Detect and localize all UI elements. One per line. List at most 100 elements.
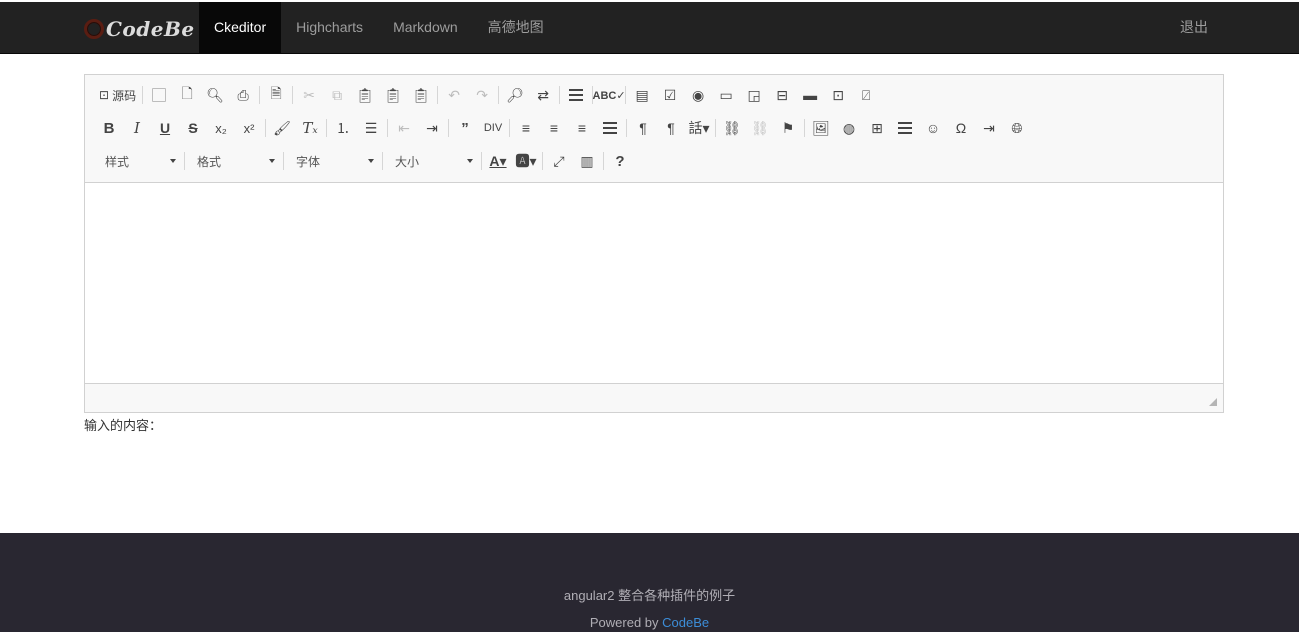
unlink-button[interactable]: ⛓ [746, 116, 774, 140]
brand-logo[interactable]: CodeBe [84, 14, 195, 44]
new-page-icon: 🗋 [181, 85, 193, 101]
blockquote-button[interactable]: ” [451, 116, 479, 140]
checkbox-button[interactable]: ☑ [656, 83, 684, 107]
powered-by-prefix: Powered by [589, 615, 663, 630]
indent-button[interactable]: ⇥ [418, 116, 446, 140]
format-combo[interactable]: 格式 [187, 150, 281, 172]
outdent-button[interactable]: ⇤ [390, 116, 418, 140]
find-button[interactable]: 🔎︎ [501, 83, 529, 107]
styles-combo-label: 样式 [105, 154, 130, 169]
source-button[interactable]: ⊡ 源码 [95, 83, 140, 107]
source-label: 源码 [112, 88, 137, 103]
print-icon: ⎙ [237, 86, 249, 103]
font-combo[interactable]: 字体 [286, 150, 380, 172]
page-break-icon: ⇥ [983, 119, 995, 136]
textarea-button[interactable]: ◲ [740, 83, 768, 107]
special-char-button[interactable]: Ω [947, 116, 975, 140]
editor-toolbar: ⊡ 源码 🗋 🔍︎ ⎙ 🗎 ✂ ⧉ 📋︎ 📋︎ 📋︎ ↶ ↷ 🔎︎ ⇄ ABC✓… [85, 75, 1223, 183]
form-button[interactable]: ▤ [628, 83, 656, 107]
redo-button[interactable]: ↷ [468, 83, 496, 107]
size-combo[interactable]: 大小 [385, 150, 479, 172]
editor-status-bar [85, 383, 1223, 412]
copy-format-button[interactable]: 🖌︎ [268, 116, 296, 140]
copy-button[interactable]: ⧉ [323, 83, 351, 107]
link-button[interactable]: ⛓ [718, 116, 746, 140]
undo-button[interactable]: ↶ [440, 83, 468, 107]
hidden-field-button[interactable]: ⍁ [852, 83, 880, 107]
anchor-button[interactable]: ⚑ [774, 116, 802, 140]
numbered-list-button[interactable]: ⒈ [329, 116, 357, 140]
image-button[interactable]: 🖼︎ [807, 116, 835, 140]
spellcheck-button[interactable]: ABC✓ [592, 83, 626, 107]
find-icon: 🔎︎ [506, 86, 524, 103]
toolbar-separator [387, 119, 388, 137]
maximize-button[interactable]: ⤢ [545, 149, 573, 173]
editor-content-area[interactable] [85, 183, 1223, 383]
replace-button[interactable]: ⇄ [529, 83, 557, 107]
toolbar-separator [448, 119, 449, 137]
preview-button[interactable]: 🔍︎ [201, 83, 229, 107]
text-color-button[interactable]: A▾ [484, 149, 512, 173]
iframe-button[interactable]: 🌐︎ [1003, 116, 1031, 140]
save-button[interactable] [145, 83, 173, 107]
table-button[interactable]: ⊞ [863, 116, 891, 140]
align-right-button[interactable]: ≡ [568, 116, 596, 140]
justify-button[interactable] [596, 116, 624, 140]
print-button[interactable]: ⎙ [229, 83, 257, 107]
subscript-button[interactable]: x₂ [207, 116, 235, 140]
toolbar-separator [265, 119, 266, 137]
toolbar-separator [259, 86, 261, 104]
select-all-button[interactable] [562, 83, 590, 107]
show-blocks-icon: ▥ [580, 152, 594, 169]
superscript-button[interactable]: x² [235, 116, 263, 140]
spellcheck-icon: ABC✓ [592, 89, 626, 102]
resize-handle-icon[interactable] [1209, 398, 1217, 406]
size-combo-label: 大小 [395, 154, 420, 169]
nav-item-ckeditor[interactable]: Ckeditor [199, 2, 282, 53]
help-icon: ? [615, 152, 625, 170]
new-page-button[interactable]: 🗋 [173, 83, 201, 107]
ckeditor: ⊡ 源码 🗋 🔍︎ ⎙ 🗎 ✂ ⧉ 📋︎ 📋︎ 📋︎ ↶ ↷ 🔎︎ ⇄ ABC✓… [84, 74, 1224, 413]
flash-button[interactable]: ◍ [835, 116, 863, 140]
smiley-button[interactable]: ☺ [919, 116, 947, 140]
redo-icon: ↷ [476, 86, 488, 103]
radio-button[interactable]: ◉ [684, 83, 712, 107]
button-button[interactable]: ▬ [796, 83, 824, 107]
align-center-button[interactable]: ≡ [540, 116, 568, 140]
horizontal-rule-button[interactable] [891, 116, 919, 140]
nav-item-highcharts[interactable]: Highcharts [281, 2, 378, 53]
paste-text-button[interactable]: 📋︎ [379, 83, 407, 107]
image-button-button[interactable]: ⊡ [824, 83, 852, 107]
ltr-button[interactable]: ¶ [629, 116, 657, 140]
select-button[interactable]: ⊟ [768, 83, 796, 107]
paste-word-button[interactable]: 📋︎ [407, 83, 435, 107]
page-break-button[interactable]: ⇥ [975, 116, 1003, 140]
codebe-link[interactable]: CodeBe [662, 615, 709, 630]
bg-color-button[interactable]: 🅰︎▾ [512, 149, 540, 173]
nav-item-amap[interactable]: 高德地图 [473, 2, 559, 53]
toolbar-separator [559, 86, 561, 104]
language-button[interactable]: 話▾ [685, 116, 713, 140]
about-button[interactable]: ? [606, 149, 634, 173]
show-blocks-button[interactable]: ▥ [573, 149, 601, 173]
source-icon: ⊡ [99, 88, 110, 102]
paste-button[interactable]: 📋︎ [351, 83, 379, 107]
underline-button[interactable]: U [151, 116, 179, 140]
italic-button[interactable]: I [123, 116, 151, 140]
nav-item-markdown[interactable]: Markdown [378, 2, 473, 53]
omega-icon: Ω [955, 120, 967, 136]
footer-powered-by: Powered by CodeBe [0, 615, 1299, 630]
remove-format-button[interactable]: Tₓ [296, 116, 324, 140]
textfield-button[interactable]: ▭ [712, 83, 740, 107]
logout-link[interactable]: 退出 [1180, 2, 1208, 53]
toolbar-separator [626, 119, 627, 137]
templates-button[interactable]: 🗎 [262, 83, 290, 107]
styles-combo[interactable]: 样式 [95, 150, 182, 172]
strike-button[interactable]: S [179, 116, 207, 140]
cut-button[interactable]: ✂ [295, 83, 323, 107]
rtl-button[interactable]: ¶ [657, 116, 685, 140]
bulleted-list-button[interactable]: ☰ [357, 116, 385, 140]
bold-button[interactable]: B [95, 116, 123, 140]
align-left-button[interactable]: ≡ [512, 116, 540, 140]
div-button[interactable]: DIV [479, 116, 507, 140]
